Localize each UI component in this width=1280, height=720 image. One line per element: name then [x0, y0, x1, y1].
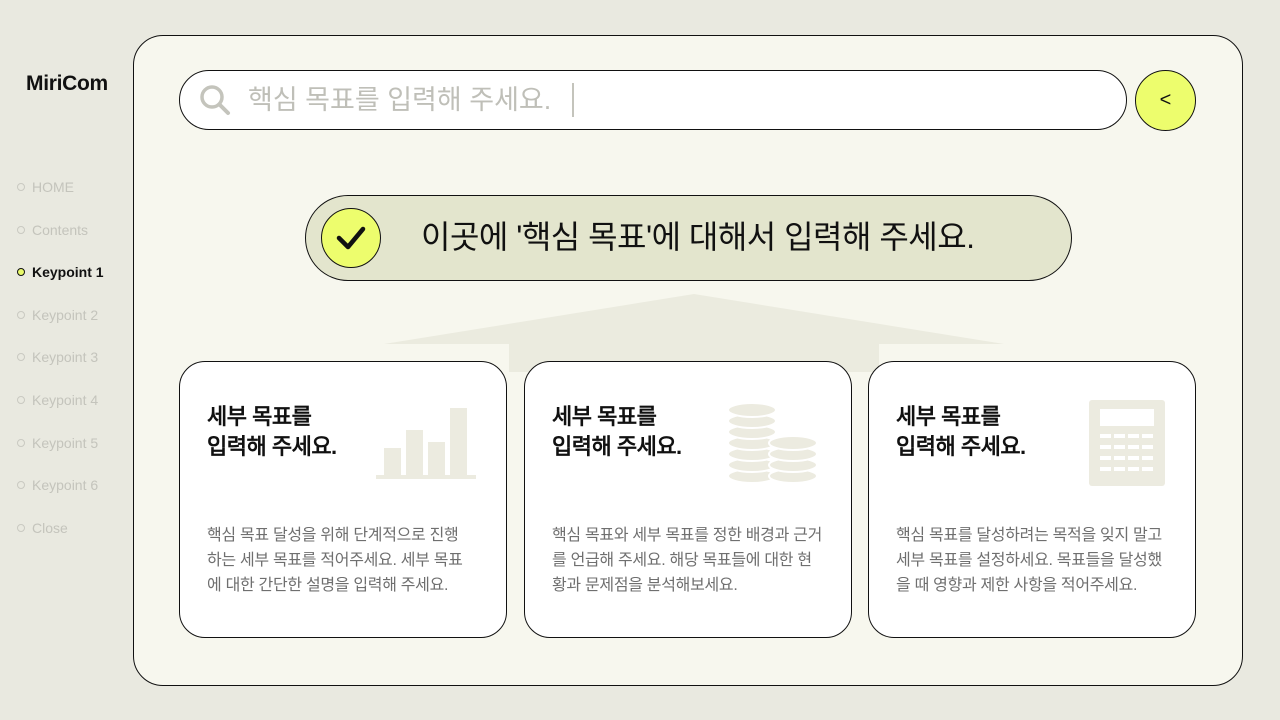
nav-dot-icon	[17, 310, 25, 319]
nav-item-contents[interactable]: Contents	[17, 219, 127, 241]
card-body-line: 을 때 영향과 제한 사항을 적어주세요.	[896, 577, 1138, 594]
card-title: 세부 목표를 입력해 주세요.	[552, 402, 722, 462]
card-body-line: 에 대한 간단한 설명을 입력해 주세요.	[207, 577, 449, 594]
card-body: 핵심 목표를 달성하려는 목적을 잊지 말고 세부 목표를 설정하세요. 목표들…	[896, 523, 1176, 598]
nav-dot-icon	[17, 395, 25, 404]
nav-item-keypoint-5[interactable]: Keypoint 5	[17, 432, 127, 454]
nav-item-label: Keypoint 1	[32, 264, 104, 281]
brand-logo: MiriCom	[26, 72, 108, 95]
nav-item-label: Contents	[32, 221, 89, 238]
nav-item-keypoint-4[interactable]: Keypoint 4	[17, 389, 127, 411]
card-body: 핵심 목표 달성을 위해 단계적으로 진행 하는 세부 목표를 적어주세요. 세…	[207, 523, 487, 598]
nav-item-home[interactable]: HOME	[17, 176, 127, 198]
check-icon	[321, 208, 381, 268]
goal-card-1: 세부 목표를 입력해 주세요. 핵심 목표 달성을 위해 단계적으로 진행 하는…	[179, 361, 507, 638]
nav-item-label: Keypoint 4	[32, 391, 99, 408]
back-button-label: <	[1159, 89, 1172, 111]
card-body: 핵심 목표와 세부 목표를 정한 배경과 근거 를 언급해 주세요. 해당 목표…	[552, 523, 832, 598]
search-input[interactable]	[248, 84, 568, 116]
goal-card-2: 세부 목표를 입력해 주세요. 핵심 목표와 세부 목표를 정한 배경과 근거 …	[524, 361, 852, 638]
nav-item-keypoint-1[interactable]: Keypoint 1	[17, 261, 127, 283]
nav-item-keypoint-6[interactable]: Keypoint 6	[17, 474, 127, 496]
card-body-line: 황과 문제점을 분석해보세요.	[552, 577, 738, 594]
nav-item-close[interactable]: Close	[17, 517, 127, 539]
nav-item-keypoint-2[interactable]: Keypoint 2	[17, 304, 127, 326]
card-body-line: 세부 목표를 설정하세요. 목표들을 달성했	[896, 552, 1162, 569]
card-body-line: 하는 세부 목표를 적어주세요. 세부 목표	[207, 552, 463, 569]
search-icon	[200, 85, 230, 115]
nav-item-label: HOME	[32, 179, 74, 195]
card-body-line: 핵심 목표와 세부 목표를 정한 배경과 근거	[552, 527, 823, 544]
main-panel: < 이곳에 '핵심 목표'에 대해서 입력해 주세요. 세부 목표를 입력해 주…	[133, 35, 1243, 686]
nav-dot-icon	[17, 438, 25, 447]
goal-card-3: 세부 목표를 입력해 주세요. 핵심 목표를 달성하려는 목적을 잊지 말고 세…	[868, 361, 1196, 638]
card-title-line: 세부 목표를	[552, 404, 657, 429]
card-body-line: 를 언급해 주세요. 해당 목표들에 대한 현	[552, 552, 812, 569]
card-title-line: 입력해 주세요.	[896, 434, 1026, 459]
nav-item-label: Keypoint 6	[32, 477, 99, 494]
card-title-line: 세부 목표를	[896, 404, 1001, 429]
background-arrow-graphic	[384, 294, 1004, 372]
nav-item-label: Keypoint 2	[32, 306, 99, 323]
nav-item-keypoint-3[interactable]: Keypoint 3	[17, 346, 127, 368]
nav-dot-icon	[17, 523, 25, 532]
nav-dot-icon	[17, 353, 25, 362]
card-title-line: 입력해 주세요.	[552, 434, 682, 459]
coins-icon	[727, 402, 818, 484]
card-title-line: 세부 목표를	[207, 404, 312, 429]
sidebar-nav: HOME Contents Keypoint 1 Keypoint 2 Keyp…	[17, 176, 127, 559]
nav-dot-icon	[17, 225, 25, 234]
nav-item-label: Keypoint 3	[32, 349, 99, 366]
goal-banner: 이곳에 '핵심 목표'에 대해서 입력해 주세요.	[305, 195, 1072, 281]
card-title-line: 입력해 주세요.	[207, 434, 337, 459]
nav-dot-active-icon	[17, 268, 25, 277]
calculator-icon	[1089, 400, 1165, 486]
card-body-line: 핵심 목표 달성을 위해 단계적으로 진행	[207, 527, 459, 544]
nav-dot-icon	[17, 183, 25, 191]
text-cursor	[572, 83, 574, 117]
banner-text: 이곳에 '핵심 목표'에 대해서 입력해 주세요.	[421, 219, 975, 255]
card-title: 세부 목표를 입력해 주세요.	[207, 402, 377, 462]
bar-chart-icon	[376, 408, 476, 479]
card-body-line: 핵심 목표를 달성하려는 목적을 잊지 말고	[896, 527, 1162, 544]
card-title: 세부 목표를 입력해 주세요.	[896, 402, 1066, 462]
nav-item-label: Close	[32, 519, 68, 536]
nav-dot-icon	[17, 481, 25, 490]
nav-item-label: Keypoint 5	[32, 434, 99, 451]
search-bar[interactable]	[179, 70, 1127, 130]
back-button[interactable]: <	[1135, 70, 1196, 131]
